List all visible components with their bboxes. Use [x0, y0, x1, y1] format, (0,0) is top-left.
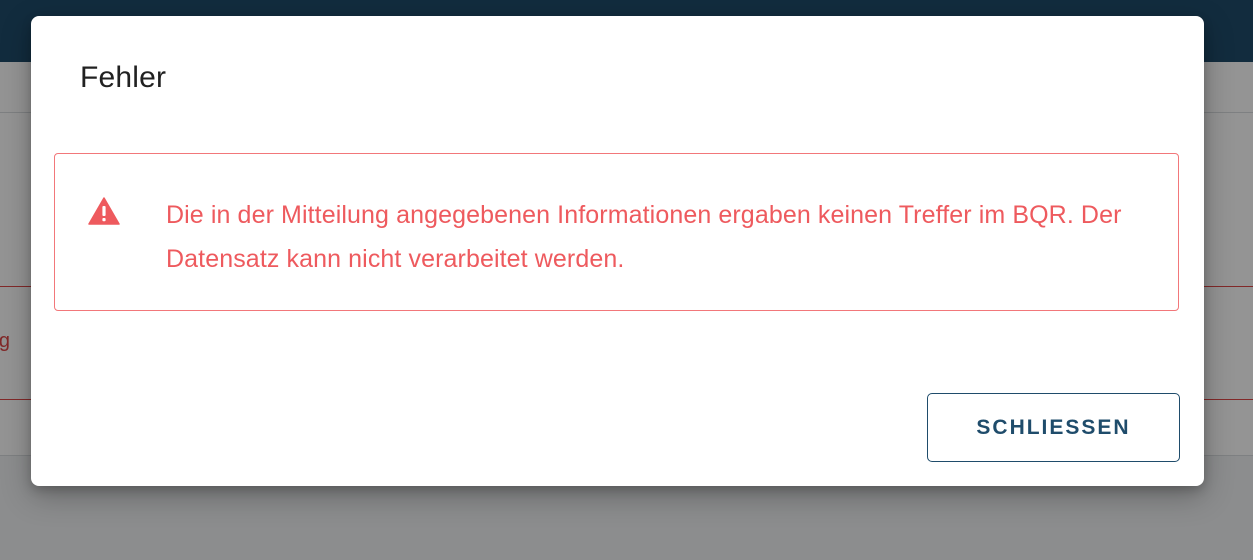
error-alert: Die in der Mitteilung angegebenen Inform…	[54, 153, 1179, 311]
error-message: Die in der Mitteilung angegebenen Inform…	[166, 201, 1122, 273]
error-dialog: Fehler Die in der Mitteilung angegebenen…	[31, 16, 1204, 486]
warning-triangle-icon	[88, 197, 120, 225]
close-button[interactable]: SCHLIESSEN	[927, 393, 1180, 462]
page: rg Fehler Die in der Mitteilung angegebe…	[0, 0, 1253, 560]
dialog-title: Fehler	[80, 61, 167, 94]
